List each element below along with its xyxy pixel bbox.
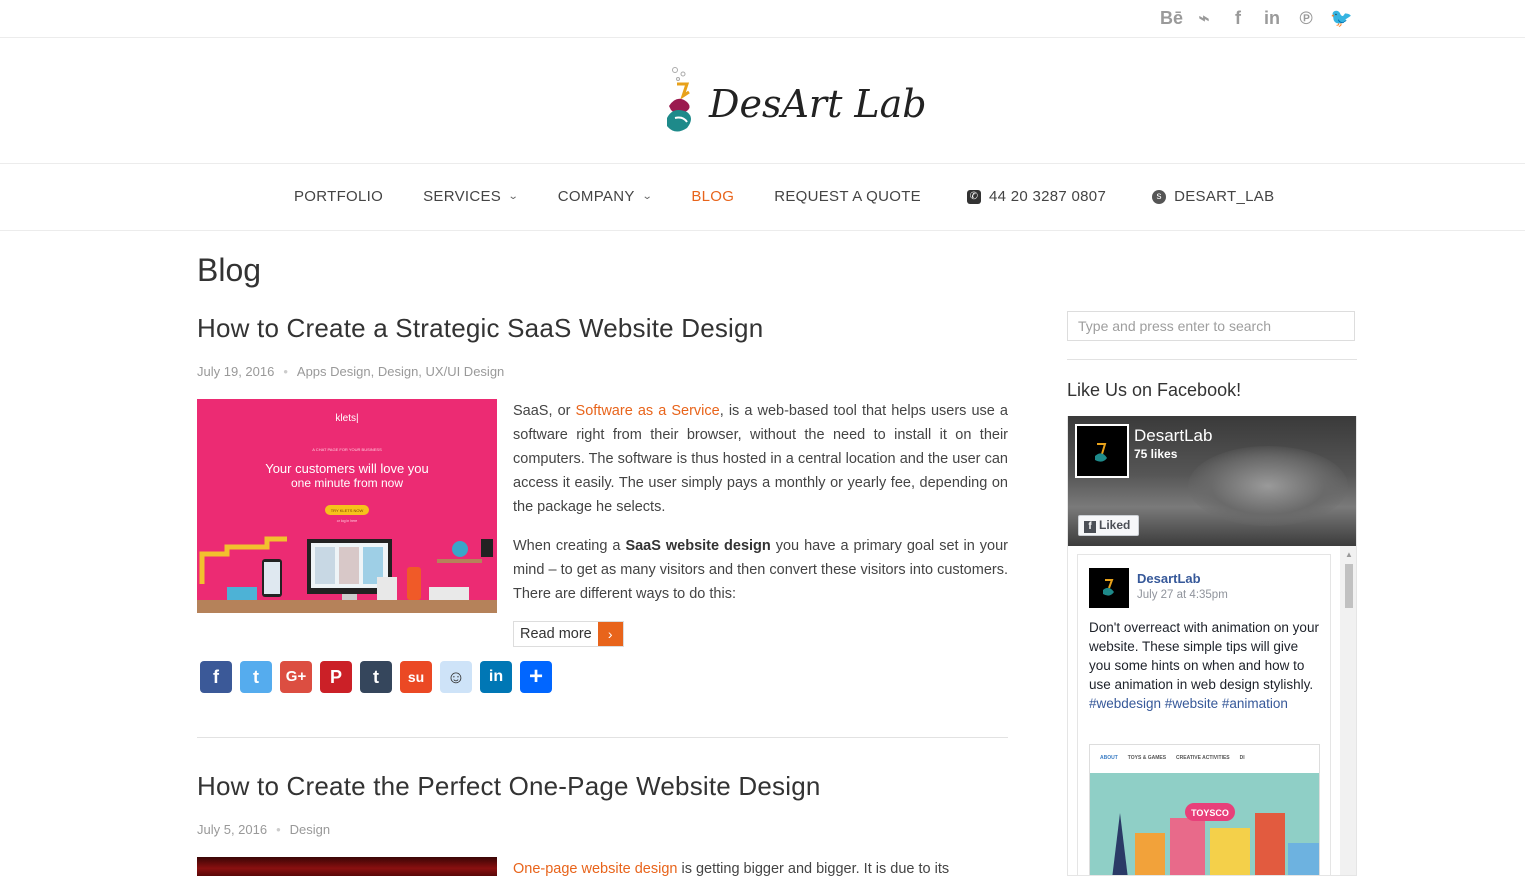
share-linkedin-icon[interactable]: in <box>480 661 512 693</box>
share-more-icon[interactable]: + <box>520 661 552 693</box>
fb-scrollbar[interactable]: ▲ <box>1340 546 1356 875</box>
widget-title: Like Us on Facebook! <box>1067 380 1242 400</box>
header: DesArt Lab <box>0 38 1525 164</box>
main-nav: PORTFOLIO SERVICES ⌄ COMPANY ⌄ BLOG REQUES… <box>0 164 1525 231</box>
post-excerpt-p1: SaaS, or Software as a Service, is a web… <box>513 403 1008 515</box>
post-categories[interactable]: Design <box>290 822 330 837</box>
share-facebook-icon[interactable]: f <box>200 661 232 693</box>
share-stumbleupon-icon[interactable]: su <box>400 661 432 693</box>
phone-icon: ✆ <box>966 189 981 204</box>
bold-text: SaaS website design <box>625 538 771 554</box>
share-buttons: f t G+ P t su ☺ in + <box>200 661 552 693</box>
post-title[interactable]: How to Create a Strategic SaaS Website D… <box>197 313 763 344</box>
fb-img-nav: ABOUT TOYS & GAMES CREATIVE ACTIVITIES D… <box>1090 745 1319 773</box>
fb-likes-count: 75 likes <box>1134 447 1178 461</box>
site-logo[interactable]: DesArt Lab <box>663 66 927 136</box>
nav-portfolio[interactable]: PORTFOLIO <box>294 188 383 205</box>
facebook-widget: DesartLab 75 likes f Liked DesartLab July… <box>1067 416 1357 876</box>
post-divider <box>197 737 1008 738</box>
dribbble-icon[interactable]: ⌁ <box>1194 8 1214 28</box>
sidebar-divider <box>1067 359 1357 360</box>
fb-img-sign: TOYSCO <box>1191 808 1229 818</box>
nav-phone-label: 44 20 3287 0807 <box>988 188 1107 205</box>
post-date: July 19, 2016 <box>197 364 275 379</box>
one-page-link[interactable]: One-page website design <box>513 861 677 877</box>
twitter-icon[interactable]: 🐦 <box>1330 8 1352 28</box>
facebook-icon: f <box>1084 521 1096 533</box>
meta-separator: • <box>283 364 288 379</box>
share-googleplus-icon[interactable]: G+ <box>280 661 312 693</box>
fb-cover[interactable]: DesartLab 75 likes f Liked <box>1068 416 1356 546</box>
saas-link[interactable]: Software as a Service <box>576 403 720 419</box>
post-meta: July 5, 2016 • Design <box>197 822 330 837</box>
fb-post-date[interactable]: July 27 at 4:35pm <box>1137 589 1228 601</box>
scroll-up-icon[interactable]: ▲ <box>1345 550 1353 559</box>
post-meta: July 19, 2016 • Apps Design, Design, UX/UI… <box>197 364 504 379</box>
page-title: Blog <box>197 252 262 288</box>
fb-post-author[interactable]: DesartLab <box>1137 571 1201 586</box>
fb-post-avatar[interactable] <box>1089 568 1129 608</box>
chevron-down-icon: ⌄ <box>641 191 653 202</box>
thumb-sub: or log in here <box>337 519 357 523</box>
fb-post-text: Don't overreact with animation on your w… <box>1089 620 1319 711</box>
nav-blog-label: BLOG <box>691 188 735 205</box>
post-thumbnail[interactable]: klets| A CHAT PAGE FOR YOUR BUSINESS You… <box>197 399 497 613</box>
fb-post-hashtags[interactable]: #webdesign #website #animation <box>1089 696 1288 711</box>
share-tumblr-icon[interactable]: t <box>360 661 392 693</box>
skype-icon: s <box>1152 189 1167 204</box>
nav-request-quote[interactable]: REQUEST A QUOTE <box>774 188 921 205</box>
search-input[interactable] <box>1067 311 1355 341</box>
pinterest-icon[interactable]: ℗ <box>1296 8 1316 28</box>
social-links: Bē ⌁ f in ℗ 🐦 <box>1160 8 1352 28</box>
post-thumbnail[interactable] <box>197 857 497 876</box>
nav-services[interactable]: SERVICES ⌄ <box>423 188 520 205</box>
facebook-icon[interactable]: f <box>1228 8 1248 28</box>
chevron-down-icon: ⌄ <box>507 191 520 202</box>
nav-services-label: SERVICES <box>423 188 502 205</box>
thumb-headline-1: Your customers will love you <box>265 461 429 476</box>
post-excerpt-p1: One-page website design is getting bigge… <box>513 861 950 877</box>
linkedin-icon[interactable]: in <box>1262 8 1282 28</box>
fb-post-image[interactable]: ABOUT TOYS & GAMES CREATIVE ACTIVITIES D… <box>1089 744 1320 875</box>
fb-page-avatar[interactable] <box>1075 424 1129 478</box>
post-date: July 5, 2016 <box>197 822 268 837</box>
share-reddit-icon[interactable]: ☺ <box>440 661 472 693</box>
post-title[interactable]: How to Create the Perfect One-Page Websi… <box>197 771 821 802</box>
nav-company[interactable]: COMPANY ⌄ <box>558 188 652 205</box>
thumb-brand: klets| <box>335 413 358 424</box>
chevron-right-icon: › <box>597 622 623 646</box>
share-twitter-icon[interactable]: t <box>240 661 272 693</box>
meta-separator: • <box>276 822 281 837</box>
logo-flask-icon <box>667 67 691 132</box>
fb-post: DesartLab July 27 at 4:35pm Don't overre… <box>1077 554 1331 875</box>
nav-skype[interactable]: s DESART_LAB <box>1152 188 1274 205</box>
behance-icon[interactable]: Bē <box>1160 8 1183 28</box>
nav-skype-label: DESART_LAB <box>1174 188 1275 205</box>
nav-portfolio-label: PORTFOLIO <box>294 188 384 205</box>
post-categories[interactable]: Apps Design, Design, UX/UI Design <box>297 364 504 379</box>
fb-cover-image <box>1188 446 1348 526</box>
thumb-kicker: A CHAT PAGE FOR YOUR BUSINESS <box>312 447 382 452</box>
nav-quote-label: REQUEST A QUOTE <box>774 188 921 205</box>
nav-blog[interactable]: BLOG <box>691 188 734 205</box>
logo-text: DesArt Lab <box>709 82 927 126</box>
top-bar: Bē ⌁ f in ℗ 🐦 <box>0 0 1525 38</box>
share-pinterest-icon[interactable]: P <box>320 661 352 693</box>
thumb-headline-2: one minute from now <box>291 476 403 490</box>
fb-page-name[interactable]: DesartLab <box>1134 426 1212 446</box>
read-more-button[interactable]: Read more › <box>513 621 624 647</box>
thumb-cta: TRY KLETS NOW <box>331 508 364 513</box>
read-more-label: Read more <box>520 626 592 642</box>
scrollbar-thumb[interactable] <box>1345 564 1353 608</box>
post-excerpt-p2: When creating a SaaS website design you … <box>513 538 1008 602</box>
fb-liked-button[interactable]: f Liked <box>1078 515 1139 536</box>
nav-company-label: COMPANY <box>557 188 635 205</box>
nav-phone[interactable]: ✆ 44 20 3287 0807 <box>966 188 1107 205</box>
fb-liked-label: Liked <box>1099 518 1131 532</box>
